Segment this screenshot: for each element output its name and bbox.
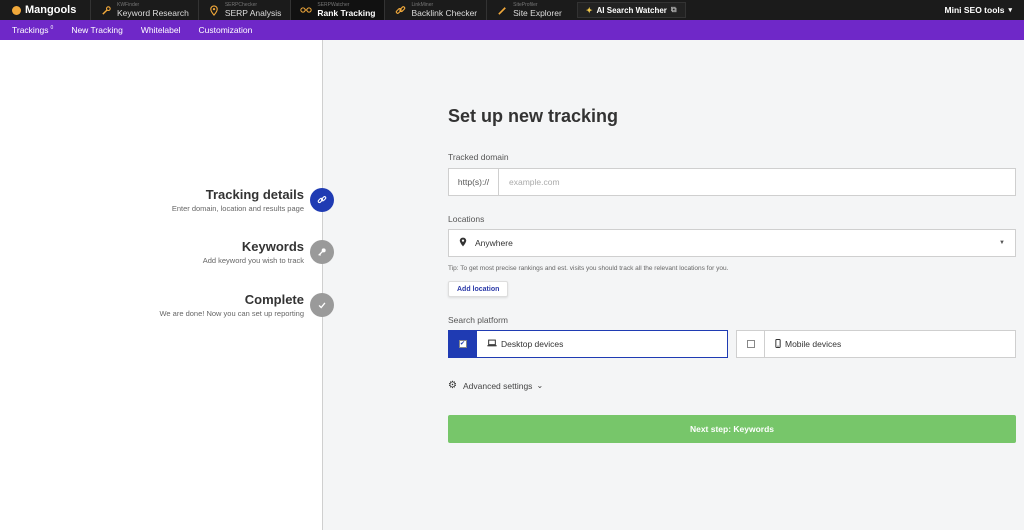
location-tip: Tip: To get most precise rankings and es…: [448, 265, 729, 272]
step-1-link-icon: [310, 188, 334, 212]
step-complete: Complete We are done! Now you can set up…: [0, 292, 322, 318]
app-label: Keyword Research: [117, 7, 189, 18]
next-step-keywords-button[interactable]: Next step: Keywords: [448, 415, 1016, 443]
step-3-check-icon: [310, 293, 334, 317]
location-value: Anywhere: [475, 238, 513, 248]
mobile-checkbox[interactable]: [737, 331, 765, 357]
steps-panel: Tracking details Enter domain, location …: [0, 40, 322, 530]
dropdown-caret-icon: ▼: [999, 240, 1005, 246]
desktop-label: Desktop devices: [501, 339, 564, 349]
empty-checkbox-icon: [746, 340, 755, 348]
step-keywords: Keywords Add keyword you wish to track: [0, 239, 322, 265]
domain-placeholder: example.com: [509, 177, 560, 187]
step-description: We are done! Now you can set up reportin…: [159, 309, 304, 318]
mini-seo-tools-menu[interactable]: Mini SEO tools ▾: [945, 5, 1024, 15]
search-platform-label: Search platform: [448, 315, 508, 325]
locations-label: Locations: [448, 214, 485, 224]
mobile-devices-option[interactable]: Mobile devices: [736, 330, 1016, 358]
pin-icon: [208, 4, 220, 16]
app-label: Rank Tracking: [317, 7, 376, 18]
app-site-explorer[interactable]: SiteProfiler Site Explorer: [486, 0, 571, 20]
app-label: SERP Analysis: [224, 7, 282, 18]
laptop-icon: [487, 339, 497, 349]
advanced-settings-label: Advanced settings: [462, 380, 533, 391]
step-2-key-icon: [310, 240, 334, 264]
chevron-down-icon: ▾: [1008, 7, 1012, 14]
desktop-checkbox[interactable]: ✔: [449, 331, 477, 357]
app-label: Site Explorer: [513, 7, 562, 18]
add-location-button[interactable]: Add location: [448, 281, 509, 297]
app-rank-tracking[interactable]: SERPWatcher Rank Tracking: [290, 0, 385, 20]
step-title: Complete: [244, 292, 304, 307]
mobile-label: Mobile devices: [785, 339, 842, 349]
mobile-phone-icon: [775, 338, 781, 350]
checkmark-icon: ✔: [458, 340, 467, 348]
ai-search-watcher-button[interactable]: ✦ AI Search Watcher ⧉: [576, 2, 686, 18]
wand-icon: [496, 4, 508, 16]
tracked-domain-label: Tracked domain: [448, 152, 509, 162]
sub-navigation: Trackings 0 New Tracking Whitelabel Custo…: [0, 20, 1024, 40]
step-description: Enter domain, location and results page: [171, 204, 304, 213]
steps-divider: [322, 40, 323, 530]
logo-text: Mangools: [25, 4, 77, 16]
app-serp-analysis[interactable]: SERPChecker SERP Analysis: [197, 0, 291, 20]
location-select[interactable]: Anywhere ▼: [448, 229, 1016, 257]
location-pin-icon: [459, 237, 467, 249]
sparkle-icon: ✦: [585, 5, 593, 15]
tracked-domain-input[interactable]: http(s):// example.com: [448, 168, 1016, 196]
mini-seo-tools-label: Mini SEO tools: [944, 5, 1005, 15]
desktop-devices-option[interactable]: ✔ Desktop devices: [448, 330, 728, 358]
glasses-icon: [300, 4, 313, 16]
magnifier-icon: [100, 4, 112, 16]
trackings-count-badge: 0: [50, 25, 54, 32]
link-icon: [394, 4, 406, 16]
step-tracking-details: Tracking details Enter domain, location …: [0, 187, 322, 213]
app-label: Backlink Checker: [411, 7, 478, 18]
app-backlink-checker[interactable]: LinkMiner Backlink Checker: [384, 0, 486, 20]
mangools-logo[interactable]: Mangools: [0, 0, 90, 20]
nav-whitelabel[interactable]: Whitelabel: [141, 25, 181, 35]
chevron-down-icon: ⌄: [536, 381, 544, 390]
logo-icon: [12, 5, 21, 15]
ai-search-watcher-label: AI Search Watcher: [596, 5, 667, 15]
protocol-prefix: http(s)://: [449, 169, 499, 195]
step-description: Add keyword you wish to track: [202, 256, 304, 265]
nav-trackings[interactable]: Trackings 0: [12, 25, 53, 35]
top-bar: Mangools KWFinder Keyword Research SERPC…: [0, 0, 1024, 20]
step-title: Keywords: [241, 239, 304, 254]
step-title: Tracking details: [205, 187, 304, 202]
app-keyword-research[interactable]: KWFinder Keyword Research: [90, 0, 198, 20]
nav-new-tracking[interactable]: New Tracking: [71, 25, 123, 35]
gear-icon: ⚙: [448, 380, 457, 391]
nav-trackings-label: Trackings: [12, 25, 49, 35]
page-title: Set up new tracking: [448, 106, 619, 126]
external-link-icon: ⧉: [670, 5, 677, 14]
nav-customization[interactable]: Customization: [199, 25, 253, 35]
advanced-settings-toggle[interactable]: ⚙ Advanced settings ⌄: [448, 380, 543, 391]
